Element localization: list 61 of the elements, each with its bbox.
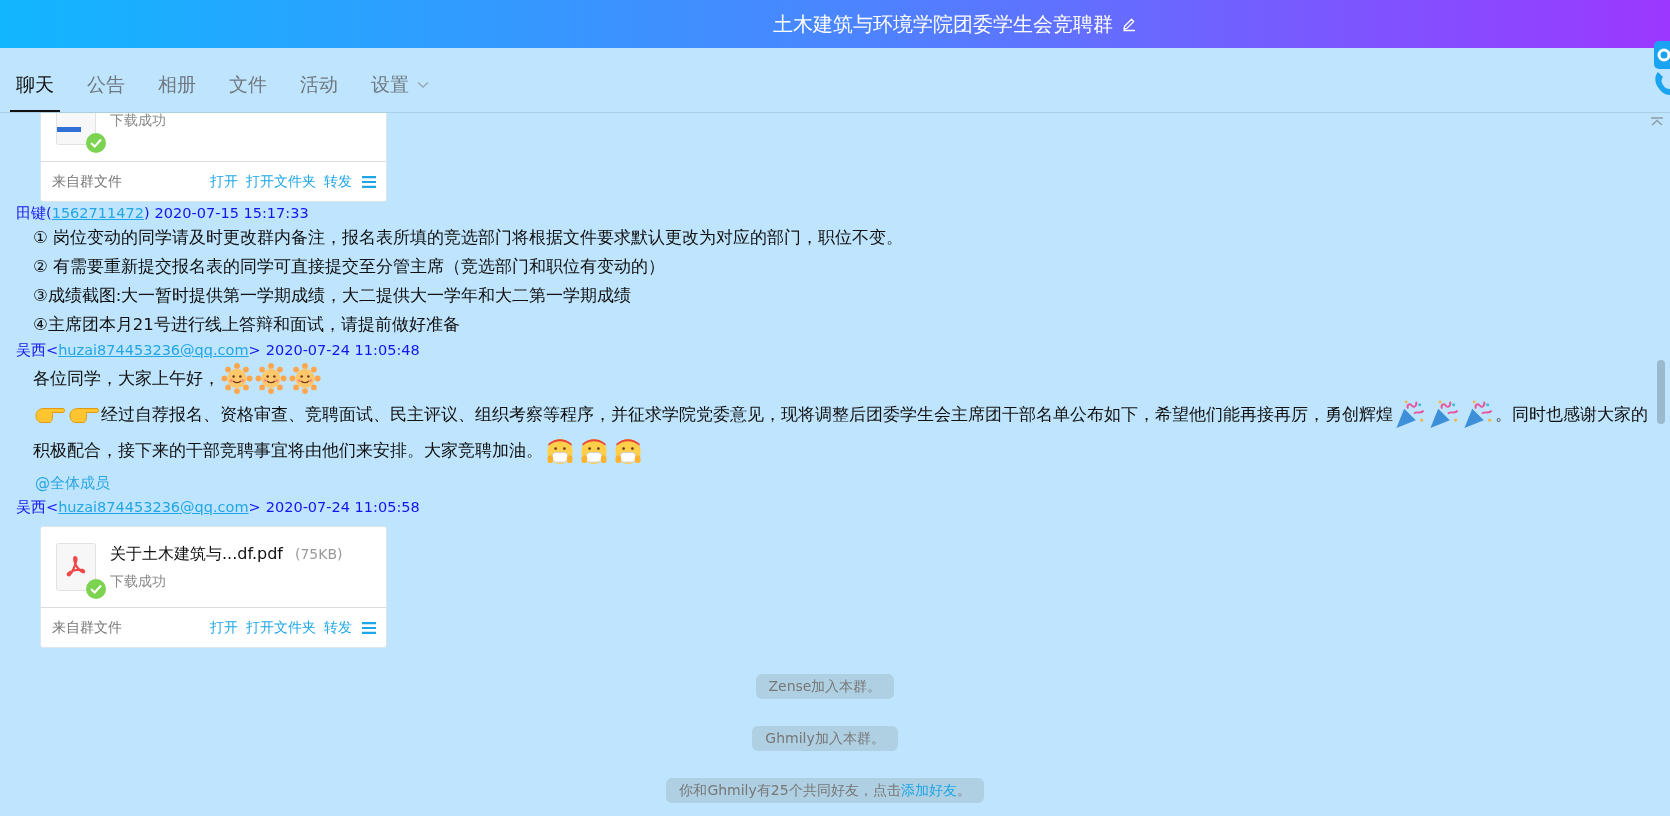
tab[interactable]: 相册 bbox=[152, 72, 202, 112]
sender-name: 吴西< bbox=[16, 498, 59, 517]
file-source: 来自群文件 bbox=[52, 172, 122, 191]
party-popper-icon bbox=[1394, 399, 1426, 430]
group-title: 土木建筑与环境学院团委学生会竞聘群 bbox=[773, 10, 1113, 38]
message-text: 各位同学，大家上午好， bbox=[33, 367, 220, 390]
scrollbar-thumb[interactable] bbox=[1657, 360, 1665, 424]
sender-bracket: > bbox=[248, 498, 261, 517]
file-size: (75KB) bbox=[294, 545, 343, 562]
app-icon[interactable] bbox=[1652, 40, 1670, 70]
menu-icon[interactable] bbox=[362, 621, 376, 634]
menu-icon[interactable] bbox=[362, 175, 376, 188]
contact-link[interactable]: 1562711472 bbox=[51, 202, 144, 224]
file-action-link[interactable]: 打开 bbox=[210, 172, 238, 191]
tab[interactable]: 设置 bbox=[365, 72, 435, 112]
pdf-file-icon bbox=[56, 543, 96, 591]
sender-bracket: ) bbox=[143, 204, 150, 223]
tab[interactable]: 文件 bbox=[223, 72, 273, 112]
mention-link[interactable]: @全体成员 bbox=[33, 468, 1630, 496]
message-text: 经过自荐报名、资格审查、竞聘面试、民主评议、组织考察等程序，并征求学院党委意见，现将调整后团委学生会主席团干部名单公布如下，希望他们能再接再厉，勇创辉煌 bbox=[101, 403, 1393, 426]
file-action-link[interactable]: 转发 bbox=[324, 618, 352, 637]
notice-text: 你和Ghmily有25个共同好友，点击 bbox=[679, 782, 901, 798]
sender-name: 田键( bbox=[16, 204, 52, 223]
notice-text: Zense加入本群。 bbox=[768, 678, 882, 694]
party-popper-icon bbox=[1462, 399, 1494, 430]
sun-face-icon bbox=[255, 363, 287, 394]
pencil-icon[interactable] bbox=[1121, 16, 1137, 32]
message-time: 2020-07-15 15:17:33 bbox=[154, 204, 309, 223]
message-time: 2020-07-24 11:05:58 bbox=[265, 498, 420, 517]
file-action-link[interactable]: 转发 bbox=[324, 172, 352, 191]
message-text: 积极配合，接下来的干部竞聘事宜将由他们来安排。大家竞聘加油。 bbox=[33, 439, 543, 462]
notice-text: 。 bbox=[956, 782, 971, 798]
file-action-link[interactable]: 打开 bbox=[210, 618, 238, 637]
message-text: ① 岗位变动的同学请及时更改群内备注，报名表所填的竞选部门将根据文件要求默认更改为对应的部门，职位不变。 bbox=[33, 227, 904, 249]
add-friend-link[interactable]: 添加好友 bbox=[900, 782, 957, 798]
sun-face-icon bbox=[221, 363, 253, 394]
file-action-link[interactable]: 打开文件夹 bbox=[246, 172, 316, 191]
phone-icon[interactable] bbox=[1652, 70, 1670, 96]
download-status: 下载成功 bbox=[110, 572, 167, 591]
file-action-link[interactable]: 打开文件夹 bbox=[246, 618, 316, 637]
message-text: ③成绩截图:大一暂时提供第一学期成绩，大二提供大一学年和大二第一学期成绩 bbox=[33, 285, 632, 307]
scroll-top-icon[interactable] bbox=[1650, 117, 1664, 127]
check-badge-icon bbox=[86, 579, 106, 599]
tab[interactable]: 公告 bbox=[81, 72, 131, 112]
sender-bracket: > bbox=[248, 341, 261, 360]
sun-face-icon bbox=[289, 363, 321, 394]
sender-name: 吴西< bbox=[16, 341, 59, 360]
file-source: 来自群文件 bbox=[52, 618, 122, 637]
party-popper-icon bbox=[1428, 399, 1460, 430]
contact-link[interactable]: huzai874453236@qq.com bbox=[58, 339, 249, 361]
notice-text: Ghmily加入本群。 bbox=[765, 730, 885, 746]
file-name: 关于土木建筑与...df.pdf bbox=[110, 543, 283, 563]
chevron-down-icon[interactable] bbox=[417, 81, 429, 89]
message-text: ④主席团本月21号进行线上答辩和面试，请提前做好准备 bbox=[33, 314, 460, 336]
message-time: 2020-07-24 11:05:48 bbox=[265, 341, 420, 360]
message-text: ② 有需要重新提交报名表的同学可直接提交至分管主席（竞选部门和职位有变动的） bbox=[33, 256, 666, 278]
download-status: 下载成功 bbox=[110, 113, 166, 130]
message-text: 。同时也感谢大家的 bbox=[1495, 403, 1648, 426]
check-badge-icon bbox=[86, 133, 106, 153]
contact-link[interactable]: huzai874453236@qq.com bbox=[58, 496, 249, 518]
tab[interactable]: 活动 bbox=[294, 72, 344, 112]
